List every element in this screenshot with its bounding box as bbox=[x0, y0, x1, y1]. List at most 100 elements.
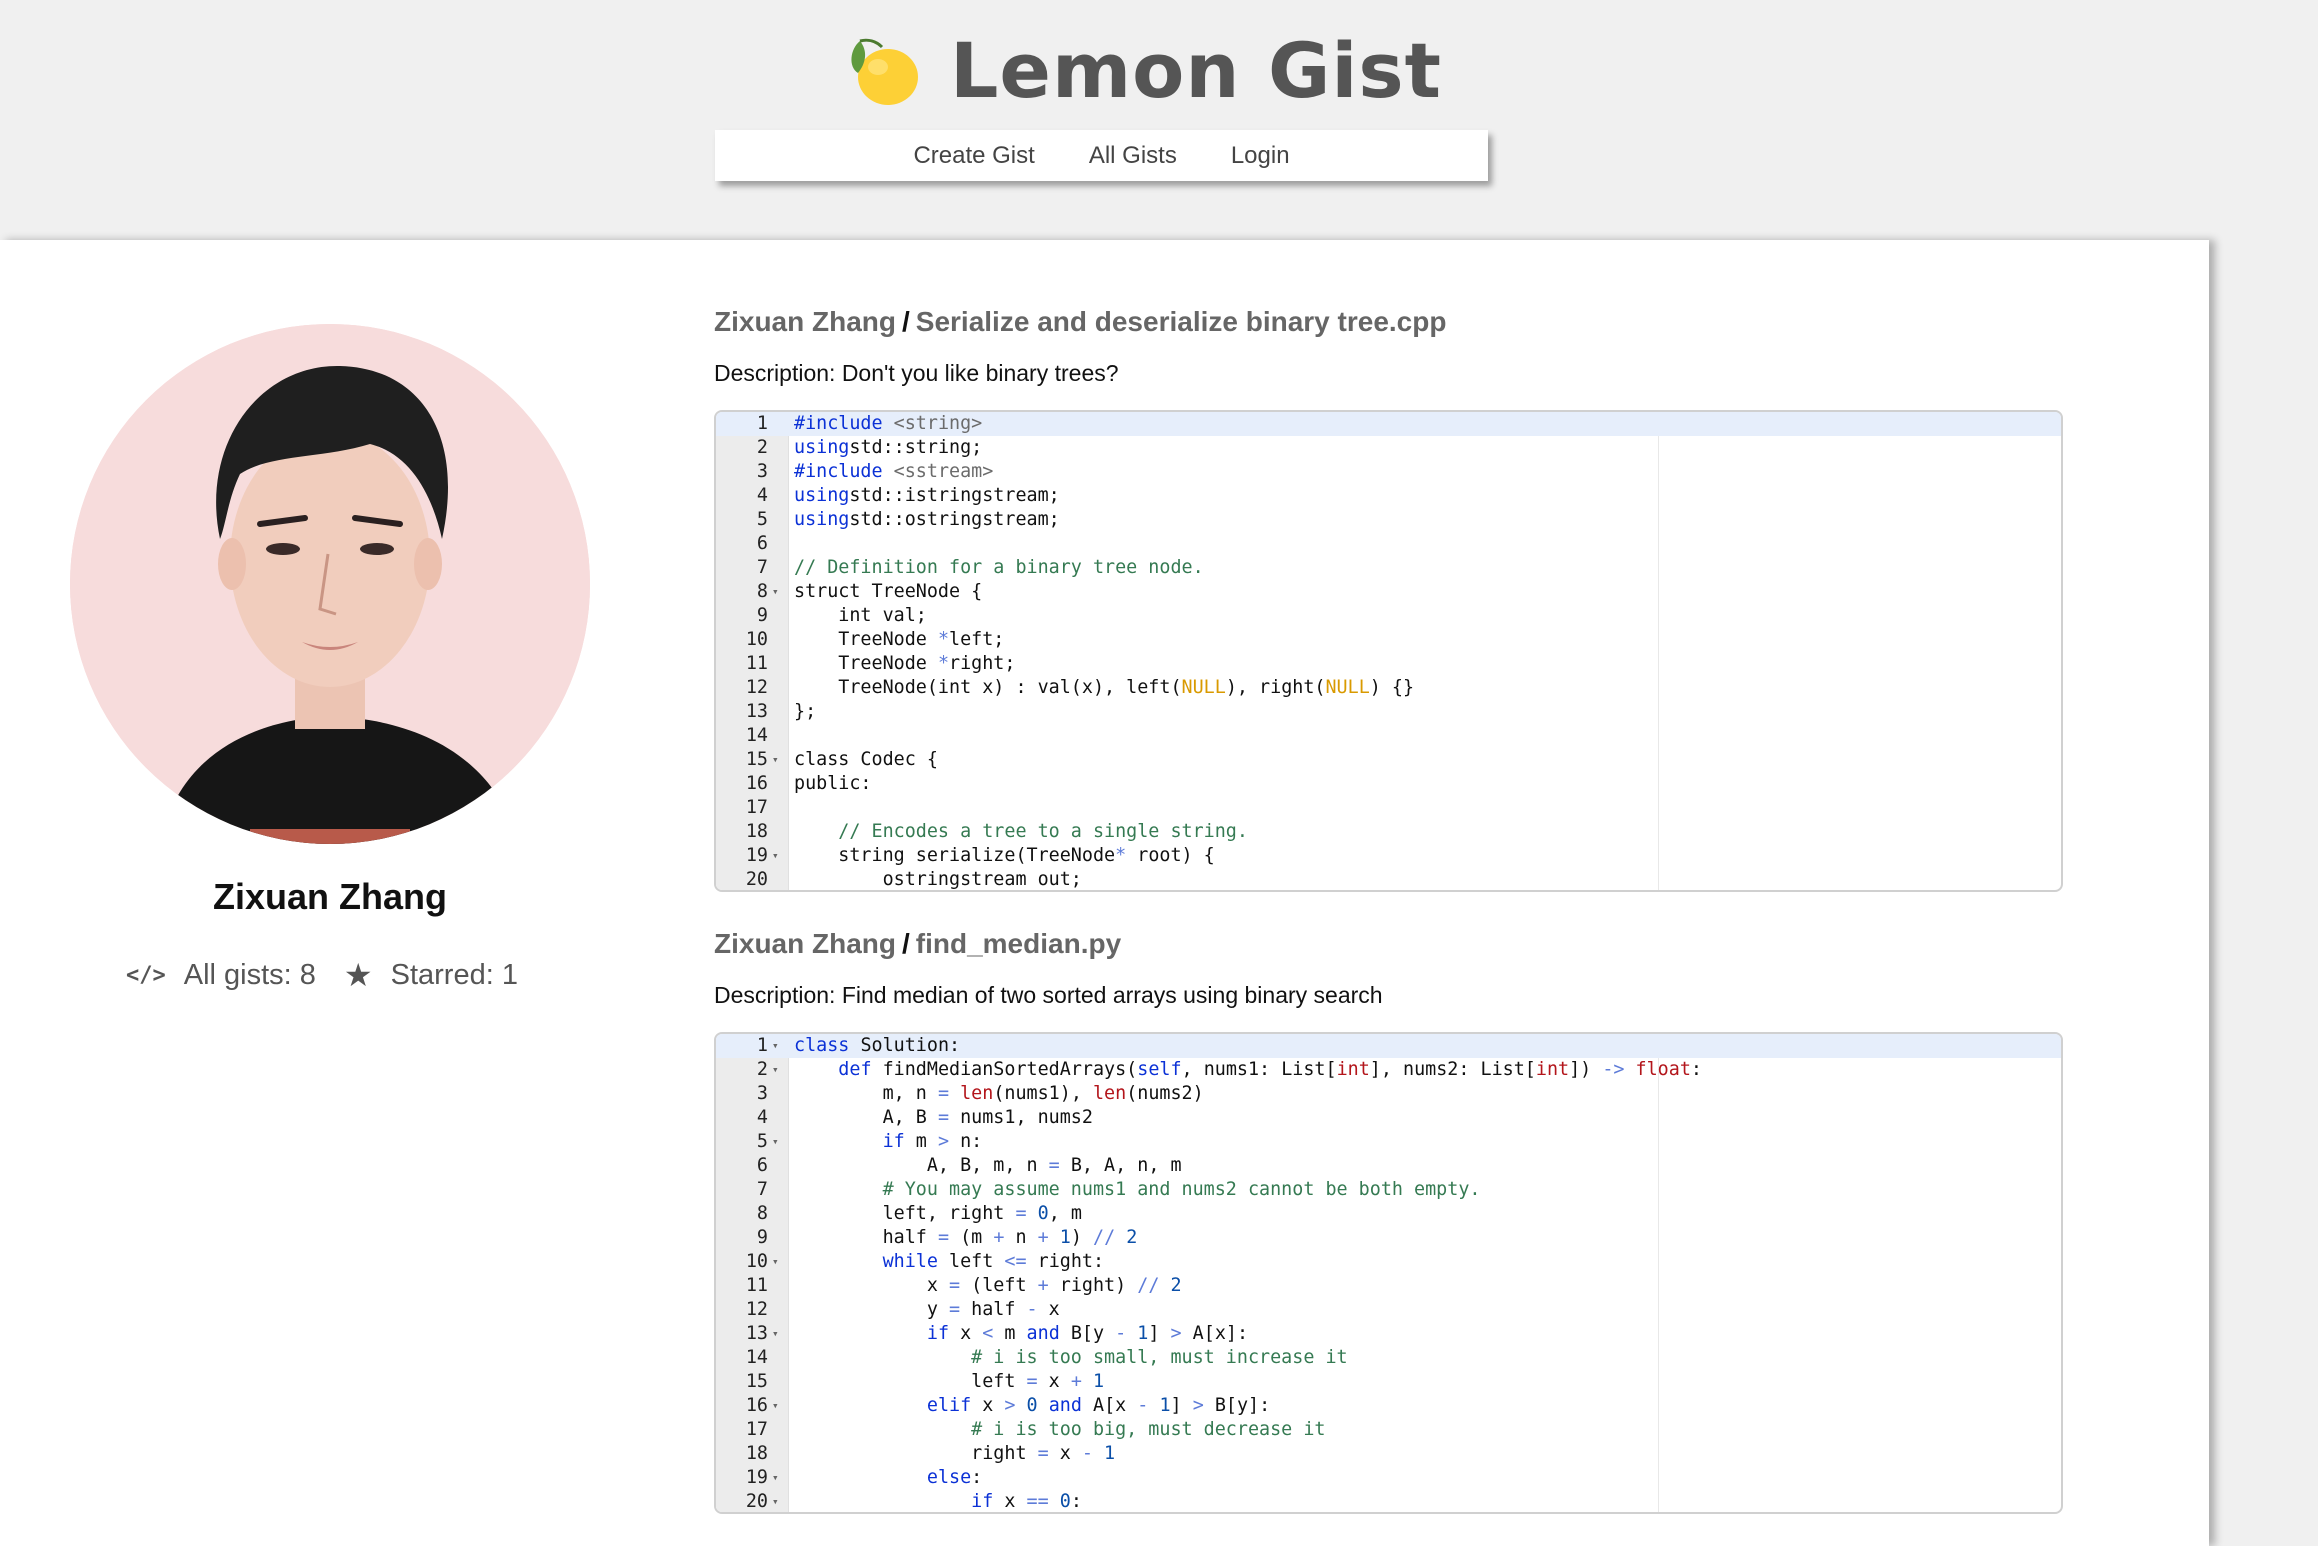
gist-card: Zixuan Zhang / find_median.py Description:… bbox=[714, 924, 2063, 1514]
fold-toggle-icon[interactable]: ▾ bbox=[772, 844, 779, 868]
gist-author-link[interactable]: Zixuan Zhang bbox=[714, 928, 896, 959]
line-number: 8 bbox=[756, 1203, 768, 1224]
nav-all-gists[interactable]: All Gists bbox=[1089, 142, 1177, 170]
code-line[interactable]: 4 A, B = nums1, nums2 bbox=[716, 1106, 2061, 1130]
code-text: # i is too small, must increase it bbox=[794, 1347, 1348, 1368]
code-text: while left <= right: bbox=[882, 1251, 1105, 1272]
code-line[interactable]: 11 x = (left + right) // 2 bbox=[716, 1274, 2061, 1298]
code-text: usingstd::ostringstream; bbox=[794, 509, 1060, 530]
code-line[interactable]: 13 ▾ if x < m and B[y - 1] > A[x]: bbox=[716, 1322, 2061, 1346]
code-text: m, n = len(nums1), len(nums2) bbox=[794, 1083, 1204, 1104]
code-text: TreeNode *right; bbox=[794, 653, 1016, 674]
nav-login[interactable]: Login bbox=[1231, 142, 1290, 170]
line-number: 3 bbox=[756, 1083, 768, 1104]
code-line[interactable]: 5 ▾ if m > n: bbox=[716, 1130, 2061, 1154]
code-line[interactable]: 17 # i is too big, must decrease it bbox=[716, 1418, 2061, 1442]
gist-author-link[interactable]: Zixuan Zhang bbox=[714, 306, 896, 337]
code-line[interactable]: 2 ▾ def findMedianSortedArrays(self, nums… bbox=[716, 1058, 2061, 1082]
line-number: 1 bbox=[756, 1035, 768, 1056]
code-line[interactable]: 3 #include <sstream> bbox=[716, 460, 2061, 484]
code-line[interactable]: 15 left = x + 1 bbox=[716, 1370, 2061, 1394]
code-line[interactable]: 9 half = (m + n + 1) // 2 bbox=[716, 1226, 2061, 1250]
code-line[interactable]: 16 public: bbox=[716, 772, 2061, 796]
code-line[interactable]: 14 bbox=[716, 724, 2061, 748]
code-line[interactable]: 4 usingstd::istringstream; bbox=[716, 484, 2061, 508]
code-text: #include <sstream> bbox=[794, 461, 994, 482]
code-line[interactable]: 20 ostringstream out; bbox=[716, 868, 2061, 890]
fold-toggle-icon[interactable]: ▾ bbox=[772, 1034, 779, 1058]
code-line[interactable]: 19 ▾ string serialize(TreeNode* root) { bbox=[716, 844, 2061, 868]
code-text: left, right = 0, m bbox=[794, 1203, 1082, 1224]
code-line[interactable]: 6 A, B, m, n = B, A, n, m bbox=[716, 1154, 2061, 1178]
nav-create-gist[interactable]: Create Gist bbox=[913, 142, 1034, 170]
code-line[interactable]: 19 ▾ else: bbox=[716, 1466, 2061, 1490]
code-line[interactable]: 10 ▾ while left <= right: bbox=[716, 1250, 2061, 1274]
code-line[interactable]: 15 ▾ class Codec { bbox=[716, 748, 2061, 772]
code-line[interactable]: 8 ▾ struct TreeNode { bbox=[716, 580, 2061, 604]
avatar[interactable] bbox=[70, 324, 590, 844]
fold-toggle-icon[interactable]: ▾ bbox=[772, 1250, 779, 1274]
gist-filename-link[interactable]: Serialize and deserialize binary tree.cp… bbox=[916, 306, 1447, 337]
starred-stat[interactable]: ★ Starred: 1 bbox=[344, 956, 518, 994]
line-number: 16 bbox=[745, 773, 768, 794]
code-line[interactable]: 7 // Definition for a binary tree node. bbox=[716, 556, 2061, 580]
code-editor[interactable]: 1 #include <string> 2 usingstd::string; 3 #in… bbox=[714, 410, 2063, 892]
code-line[interactable]: 16 ▾ elif x > 0 and A[x - 1] > B[y]: bbox=[716, 1394, 2061, 1418]
code-line[interactable]: 6 bbox=[716, 532, 2061, 556]
starred-count: Starred: 1 bbox=[390, 958, 518, 991]
code-text: #include <string> bbox=[794, 413, 983, 434]
code-line[interactable]: 1 ▾ class Solution: bbox=[716, 1034, 2061, 1058]
line-number: 20 bbox=[745, 1491, 768, 1512]
gist-filename-link[interactable]: find_median.py bbox=[916, 928, 1121, 959]
fold-toggle-icon[interactable]: ▾ bbox=[772, 1130, 779, 1154]
site-logo[interactable]: Lemon Gist bbox=[846, 16, 1442, 126]
fold-toggle-icon[interactable]: ▾ bbox=[772, 1466, 779, 1490]
main-panel: Zixuan Zhang </> All gists: 8 ★ Starred:… bbox=[0, 240, 2209, 1546]
code-line[interactable]: 13}; bbox=[716, 700, 2061, 724]
line-number: 15 bbox=[745, 1371, 768, 1392]
code-text: y = half - x bbox=[794, 1299, 1060, 1320]
lemon-icon bbox=[851, 38, 918, 105]
line-number: 18 bbox=[745, 821, 768, 842]
code-text: // Definition for a binary tree node. bbox=[794, 557, 1204, 578]
fold-toggle-icon[interactable]: ▾ bbox=[772, 748, 779, 772]
code-line[interactable]: 8 left, right = 0, m bbox=[716, 1202, 2061, 1226]
line-number: 6 bbox=[756, 1155, 768, 1176]
code-text: right = x - 1 bbox=[794, 1443, 1116, 1464]
line-number: 10 bbox=[745, 1251, 768, 1272]
code-line[interactable]: 9 int val; bbox=[716, 604, 2061, 628]
code-line[interactable]: 2 usingstd::string; bbox=[716, 436, 2061, 460]
code-line[interactable]: 3 m, n = len(nums1), len(nums2) bbox=[716, 1082, 2061, 1106]
code-line[interactable]: 1 #include <string> bbox=[716, 412, 2061, 436]
fold-toggle-icon[interactable]: ▾ bbox=[772, 580, 779, 604]
site-header: Lemon Gist Create Gist All Gists Login bbox=[0, 0, 2318, 240]
fold-toggle-icon[interactable]: ▾ bbox=[772, 1322, 779, 1346]
code-text: left = x + 1 bbox=[794, 1371, 1105, 1392]
code-editor[interactable]: 1 ▾ class Solution: 2 ▾ def findMedianSorted… bbox=[714, 1032, 2063, 1514]
code-line[interactable]: 18 right = x - 1 bbox=[716, 1442, 2061, 1466]
code-text: def findMedianSortedArrays(self, nums1: … bbox=[838, 1059, 1702, 1080]
line-number: 5 bbox=[756, 509, 768, 530]
code-line[interactable]: 7 # You may assume nums1 and nums2 canno… bbox=[716, 1178, 2061, 1202]
gist-card: Zixuan Zhang / Serialize and deserialize b… bbox=[714, 302, 2063, 892]
fold-toggle-icon[interactable]: ▾ bbox=[772, 1394, 779, 1418]
code-text: # i is too big, must decrease it bbox=[794, 1419, 1326, 1440]
line-number: 12 bbox=[745, 677, 768, 698]
all-gists-stat[interactable]: </> All gists: 8 bbox=[126, 959, 316, 992]
code-line[interactable]: 12 y = half - x bbox=[716, 1298, 2061, 1322]
code-line[interactable]: 10 TreeNode *left; bbox=[716, 628, 2061, 652]
fold-toggle-icon[interactable]: ▾ bbox=[772, 1490, 779, 1512]
code-line[interactable]: 5 usingstd::ostringstream; bbox=[716, 508, 2061, 532]
code-text: if x == 0: bbox=[971, 1491, 1082, 1512]
code-line[interactable]: 17 bbox=[716, 796, 2061, 820]
code-text: class Codec { bbox=[794, 749, 938, 770]
code-line[interactable]: 11 TreeNode *right; bbox=[716, 652, 2061, 676]
code-line[interactable]: 14 # i is too small, must increase it bbox=[716, 1346, 2061, 1370]
code-line[interactable]: 20 ▾ if x == 0: bbox=[716, 1490, 2061, 1512]
code-text: elif x > 0 and A[x - 1] > B[y]: bbox=[926, 1395, 1271, 1416]
gist-title: Zixuan Zhang / find_median.py bbox=[714, 928, 1122, 959]
fold-toggle-icon[interactable]: ▾ bbox=[772, 1058, 779, 1082]
code-line[interactable]: 12 TreeNode(int x) : val(x), left(NULL),… bbox=[716, 676, 2061, 700]
line-number: 15 bbox=[745, 749, 768, 770]
code-line[interactable]: 18 // Encodes a tree to a single string. bbox=[716, 820, 2061, 844]
